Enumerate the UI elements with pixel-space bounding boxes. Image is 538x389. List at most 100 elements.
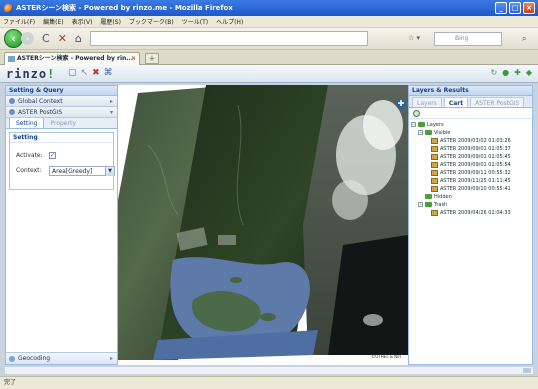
collapse-icon[interactable]: −	[418, 202, 423, 207]
browser-tab[interactable]: ASTERシーン検索 - Powered by rin... ×	[4, 52, 140, 65]
scrollbar-thumb[interactable]	[523, 368, 531, 373]
tab-layers[interactable]: Layers	[412, 97, 442, 107]
right-panel-header: Layers & Results	[409, 86, 532, 96]
menu-history[interactable]: 履歴(S)	[100, 17, 121, 26]
menu-bookmarks[interactable]: ブックマーク(B)	[129, 17, 174, 26]
map-navigation-button[interactable]: ✚	[396, 99, 406, 109]
home-icon[interactable]: ⌂	[75, 32, 82, 45]
folder-icon	[425, 130, 432, 135]
search-go-icon[interactable]: ⌕	[522, 34, 526, 44]
firefox-icon	[4, 3, 13, 13]
context-select[interactable]: Area[Greedy] ▼	[49, 166, 115, 176]
maximize-button[interactable]: □	[509, 2, 521, 14]
activate-label: Activate:	[16, 152, 43, 159]
layer-tree: − Layers − Visible ASTER 2009/03/02 01:03:…	[409, 119, 532, 217]
tree-node-hidden[interactable]: Hidden	[411, 193, 532, 201]
map-credit: ©OTHEL & NIIT	[371, 354, 402, 359]
tab-property[interactable]: Property	[44, 118, 81, 128]
scene-thumbnail-icon	[431, 161, 438, 168]
tab-setting[interactable]: Setting	[9, 118, 45, 128]
scene-thumbnail-icon	[431, 177, 438, 184]
tree-item-scene[interactable]: ASTER 2009/11/25 01:11:45	[411, 177, 532, 185]
tree-node-visible[interactable]: − Visible	[411, 129, 532, 137]
collapse-icon[interactable]: −	[411, 122, 416, 127]
tools-icon[interactable]: ⌘	[104, 68, 113, 78]
scene-thumbnail-icon	[431, 169, 438, 176]
geocoding-icon	[9, 356, 15, 362]
tree-item-scene[interactable]: ASTER 2009/09/01 02:05:45	[411, 153, 532, 161]
tree-item-scene[interactable]: ASTER 2009/09/01 02:05:37	[411, 145, 532, 153]
window-title: ASTERシーン検索 - Powered by rinzo.me - Mozil…	[16, 4, 233, 12]
scene-thumbnail-icon	[431, 185, 438, 192]
chevron-down-icon[interactable]: ▼	[105, 167, 114, 176]
page-favicon-icon	[8, 56, 15, 62]
accordion-aster-postgis[interactable]: ASTER PostGIS ▾	[6, 107, 117, 118]
pointer-icon[interactable]: ↖	[81, 68, 89, 78]
refresh-layers-icon[interactable]	[413, 110, 420, 117]
expand-icon[interactable]: ▸	[110, 353, 113, 365]
rinzo-logo: rinzo!	[6, 67, 56, 81]
activate-checkbox[interactable]: ✓	[49, 152, 56, 159]
globe-icon[interactable]: ●	[502, 68, 509, 77]
reload-icon[interactable]: C	[42, 32, 50, 45]
toolbar-icons: ▢ ↖ ✖ ⌘	[68, 68, 113, 78]
status-text: 完了	[4, 379, 17, 386]
collapse-icon[interactable]: ▾	[110, 107, 113, 118]
folder-icon	[418, 122, 425, 127]
collapse-icon[interactable]: −	[418, 130, 423, 135]
folder-icon	[425, 194, 432, 199]
add-icon[interactable]: ✚	[514, 68, 521, 77]
status-bar: 完了	[0, 376, 538, 389]
menu-help[interactable]: ヘルプ(H)	[216, 17, 243, 26]
tree-item-scene[interactable]: ASTER 2009/09/10 00:55:41	[411, 185, 532, 193]
tab-aster-postgis[interactable]: ASTER PostGIS	[470, 97, 525, 107]
setting-query-panel: Setting & Query Global Context ▸ ASTER P…	[5, 85, 118, 365]
right-panel-tabs: Layers Cart ASTER PostGIS	[409, 96, 532, 108]
settings-icon[interactable]: ◆	[526, 68, 532, 77]
tree-item-scene[interactable]: ASTER 2009/09/01 02:05:54	[411, 161, 532, 169]
tab-close-icon[interactable]: ×	[131, 53, 136, 65]
accordion-geocoding[interactable]: Geocoding ▸	[6, 352, 117, 364]
tree-item-scene[interactable]: ASTER 2009/03/02 01:03:26	[411, 137, 532, 145]
menu-file[interactable]: ファイル(F)	[3, 17, 35, 26]
search-input[interactable]: Bing	[434, 32, 502, 46]
tree-item-scene[interactable]: ASTER 2009/09/11 00:55:32	[411, 169, 532, 177]
new-tab-button[interactable]: +	[145, 53, 159, 64]
tree-node-layers[interactable]: − Layers	[411, 121, 532, 129]
toolbar-right-icons: ↻ ● ✚ ◆	[490, 68, 532, 77]
bookmark-star-icon[interactable]: ☆ ▾	[408, 34, 420, 42]
window-title-bar: ASTERシーン検索 - Powered by rinzo.me - Mozil…	[0, 0, 538, 16]
context-label: Context:	[16, 167, 42, 174]
window-controls: _ □ ×	[495, 2, 535, 14]
tab-cart[interactable]: Cart	[443, 97, 469, 107]
menu-edit[interactable]: 編集(E)	[43, 17, 63, 26]
browser-tab-bar: ASTERシーン検索 - Powered by rin... × +	[0, 50, 538, 65]
scene-thumbnail-icon	[431, 137, 438, 144]
forward-button[interactable]: ›	[21, 32, 34, 45]
folder-icon	[425, 202, 432, 207]
horizontal-scrollbar[interactable]	[5, 366, 533, 374]
setting-fieldset: Setting Activate: ✓ Context: Area[Greedy…	[9, 132, 115, 190]
left-panel-header: Setting & Query	[6, 86, 117, 96]
window-layout-icon[interactable]: ▢	[68, 68, 77, 78]
tree-node-trash[interactable]: − Trash	[411, 201, 532, 209]
stop-icon[interactable]: ✕	[58, 32, 67, 45]
minimize-button[interactable]: _	[495, 2, 507, 14]
navigation-toolbar: ‹ › C ✕ ⌂ ☆ ▾ Bing ⌕	[0, 28, 538, 50]
tree-item-trash-scene[interactable]: ASTER 2009/04/26 02:04:33	[411, 209, 532, 217]
address-bar[interactable]	[89, 31, 368, 46]
expand-icon[interactable]: ▸	[110, 96, 113, 107]
layers-results-panel: Layers & Results Layers Cart ASTER PostG…	[408, 85, 533, 365]
browser-tab-label: ASTERシーン検索 - Powered by rin...	[17, 55, 134, 62]
menu-view[interactable]: 表示(V)	[72, 17, 93, 26]
scene-thumbnail-icon	[431, 145, 438, 152]
delete-icon[interactable]: ✖	[92, 68, 100, 78]
accordion-global-context[interactable]: Global Context ▸	[6, 96, 117, 107]
close-button[interactable]: ×	[523, 2, 535, 14]
map-view[interactable]: ✚ ©OTHEL & NIIT	[118, 85, 408, 365]
menu-tools[interactable]: ツール(T)	[182, 17, 208, 26]
menu-bar: ファイル(F) 編集(E) 表示(V) 履歴(S) ブックマーク(B) ツール(…	[0, 16, 538, 28]
refresh-icon[interactable]: ↻	[490, 68, 497, 77]
layers-toolbar	[409, 108, 532, 119]
satellite-imagery	[118, 85, 408, 360]
